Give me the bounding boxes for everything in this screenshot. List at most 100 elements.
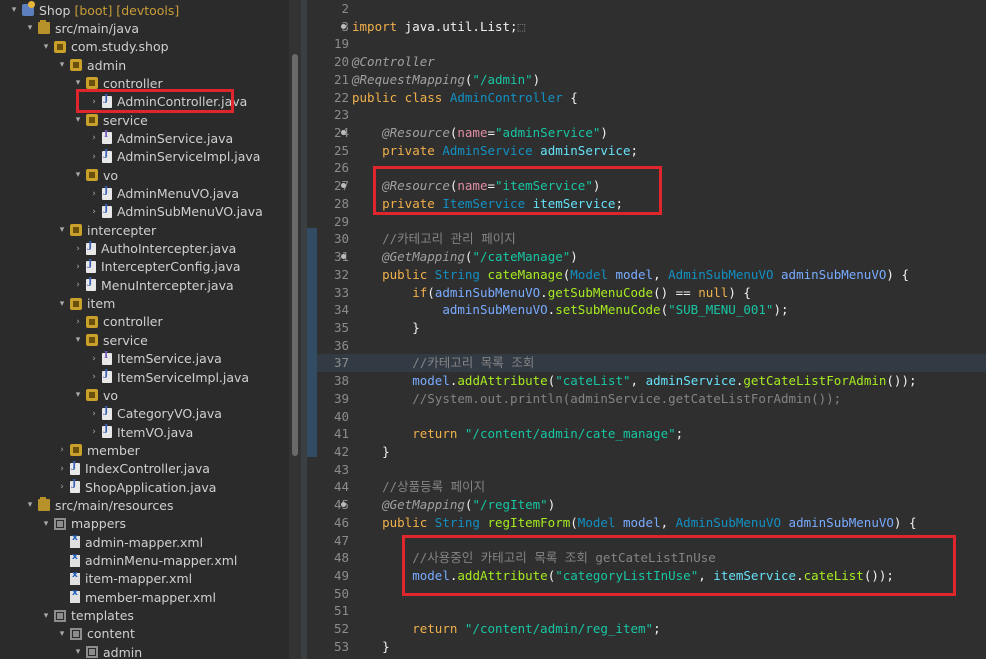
chevron-down-icon[interactable]: ▾ [40, 611, 52, 621]
chevron-right-icon[interactable]: › [72, 317, 84, 327]
tree-item[interactable]: ▾ src/main/resources [0, 496, 173, 514]
tree-item[interactable]: ▾ intercepter [0, 221, 156, 239]
tree-item[interactable]: › ItemService.java [0, 350, 222, 368]
code-line[interactable]: 51 [307, 602, 986, 620]
chevron-down-icon[interactable]: ▾ [72, 647, 84, 657]
tree-item[interactable]: ▾ com.study.shop [0, 38, 169, 56]
code-line[interactable]: 46 public String regItemForm(Model model… [307, 514, 986, 532]
tree-item[interactable]: ▾ vo [0, 166, 118, 184]
chevron-right-icon[interactable]: › [56, 464, 68, 474]
chevron-down-icon[interactable]: ▾ [72, 170, 84, 180]
tree-item[interactable]: › IntercepterConfig.java [0, 258, 240, 276]
tree-item[interactable]: admin-mapper.xml [0, 533, 203, 551]
tree-item[interactable]: › controller [0, 313, 162, 331]
code-line[interactable]: 23 [307, 106, 986, 124]
chevron-right-icon[interactable]: › [88, 409, 100, 419]
chevron-down-icon[interactable]: ▾ [56, 629, 68, 639]
tree-item[interactable]: member-mapper.xml [0, 588, 216, 606]
chevron-down-icon[interactable]: ▾ [40, 42, 52, 52]
chevron-down-icon[interactable]: ▾ [24, 500, 36, 510]
tree-item[interactable]: ▾ content [0, 625, 135, 643]
code-line[interactable]: 2 [307, 0, 986, 18]
chevron-down-icon[interactable]: ▾ [40, 519, 52, 529]
chevron-down-icon[interactable]: ▾ [56, 60, 68, 70]
tree-item[interactable]: ▾ src/main/java [0, 19, 139, 37]
fold-marker-icon[interactable] [341, 23, 346, 29]
code-line[interactable]: 45 @GetMapping("/regItem") [307, 496, 986, 514]
code-line[interactable]: 38 model.addAttribute("cateList", adminS… [307, 372, 986, 390]
tree-item[interactable]: › CategoryVO.java [0, 405, 222, 423]
tree-item[interactable]: › ItemServiceImpl.java [0, 368, 249, 386]
code-line[interactable]: 3import java.util.List;⬚ [307, 18, 986, 36]
code-line[interactable]: 29 [307, 213, 986, 231]
code-line[interactable]: 24 @Resource(name="adminService") [307, 124, 986, 142]
fold-marker-icon[interactable] [341, 130, 346, 136]
chevron-down-icon[interactable]: ▾ [72, 335, 84, 345]
code-line[interactable]: 54 [307, 656, 986, 659]
code-line[interactable]: 31 @GetMapping("/cateManage") [307, 248, 986, 266]
chevron-right-icon[interactable]: › [88, 372, 100, 382]
tree-item[interactable]: ▾ service [0, 331, 148, 349]
code-line[interactable]: 30 //카테고리 관리 페이지 [307, 230, 986, 248]
code-line[interactable]: 43 [307, 461, 986, 479]
code-line[interactable]: 25 private AdminService adminService; [307, 142, 986, 160]
code-line[interactable]: 34 adminSubMenuVO.setSubMenuCode("SUB_ME… [307, 301, 986, 319]
code-line[interactable]: 44 //상품등록 페이지 [307, 478, 986, 496]
tree-item[interactable]: › IndexController.java [0, 460, 210, 478]
chevron-right-icon[interactable]: › [88, 133, 100, 143]
code-line[interactable]: 42 } [307, 443, 986, 461]
chevron-right-icon[interactable]: › [88, 152, 100, 162]
chevron-right-icon[interactable]: › [56, 482, 68, 492]
code-line[interactable]: 21 @RequestMapping("/admin") [307, 71, 986, 89]
tree-item[interactable]: › AdminServiceImpl.java [0, 148, 260, 166]
tree-item[interactable]: adminMenu-mapper.xml [0, 552, 237, 570]
chevron-right-icon[interactable]: › [88, 427, 100, 437]
chevron-down-icon[interactable]: ▾ [8, 5, 20, 15]
tree-item[interactable]: ▾ service [0, 111, 148, 129]
chevron-right-icon[interactable]: › [72, 262, 84, 272]
tree-item[interactable]: ▾ Shop [boot] [devtools] [0, 1, 179, 19]
tree-item[interactable]: ▾ item [0, 295, 116, 313]
tree-item[interactable]: ▾ admin [0, 56, 126, 74]
code-line[interactable]: 41 return "/content/admin/cate_manage"; [307, 425, 986, 443]
chevron-right-icon[interactable]: › [88, 207, 100, 217]
tree-item[interactable]: › MenuIntercepter.java [0, 276, 233, 294]
explorer-scrollbar-thumb[interactable] [292, 54, 298, 456]
chevron-down-icon[interactable]: ▾ [72, 390, 84, 400]
tree-item[interactable]: ▾ mappers [0, 515, 126, 533]
tree-item[interactable]: › AdminMenuVO.java [0, 185, 239, 203]
tree-item[interactable]: › AdminService.java [0, 129, 233, 147]
tree-item[interactable]: ▾ admin [0, 643, 142, 659]
chevron-right-icon[interactable]: › [72, 244, 84, 254]
chevron-right-icon[interactable]: › [56, 445, 68, 455]
chevron-right-icon[interactable]: › [88, 354, 100, 364]
tree-item[interactable]: ▾ templates [0, 607, 134, 625]
code-line[interactable]: 40 [307, 408, 986, 426]
tree-item[interactable]: › member [0, 441, 140, 459]
chevron-right-icon[interactable]: › [72, 280, 84, 290]
chevron-down-icon[interactable]: ▾ [56, 299, 68, 309]
tree-item[interactable]: › AuthoIntercepter.java [0, 240, 236, 258]
explorer-scrollbar[interactable] [289, 0, 301, 659]
code-line[interactable]: 20 @Controller [307, 53, 986, 71]
code-line[interactable]: 32 public String cateManage(Model model,… [307, 266, 986, 284]
code-line[interactable]: 36 [307, 337, 986, 355]
code-line[interactable]: 19 [307, 35, 986, 53]
tree-item[interactable]: › AdminSubMenuVO.java [0, 203, 263, 221]
tree-item[interactable]: › ItemVO.java [0, 423, 193, 441]
chevron-down-icon[interactable]: ▾ [24, 23, 36, 33]
tree-item[interactable]: item-mapper.xml [0, 570, 192, 588]
code-line[interactable]: 37 //카테고리 목록 조회 [307, 354, 986, 373]
code-line[interactable]: 35 } [307, 319, 986, 337]
code-line[interactable]: 22 public class AdminController { [307, 89, 986, 107]
chevron-right-icon[interactable]: › [88, 189, 100, 199]
tree-item[interactable]: › ShopApplication.java [0, 478, 216, 496]
chevron-down-icon[interactable]: ▾ [56, 225, 68, 235]
code-line[interactable]: 39 //System.out.println(adminService.get… [307, 390, 986, 408]
chevron-down-icon[interactable]: ▾ [72, 78, 84, 88]
code-line[interactable]: 33 if(adminSubMenuVO.getSubMenuCode() ==… [307, 284, 986, 302]
code-line[interactable]: 52 return "/content/admin/reg_item"; [307, 620, 986, 638]
code-line[interactable]: 53 } [307, 638, 986, 656]
chevron-down-icon[interactable]: ▾ [72, 115, 84, 125]
tree-item[interactable]: ▾ vo [0, 386, 118, 404]
